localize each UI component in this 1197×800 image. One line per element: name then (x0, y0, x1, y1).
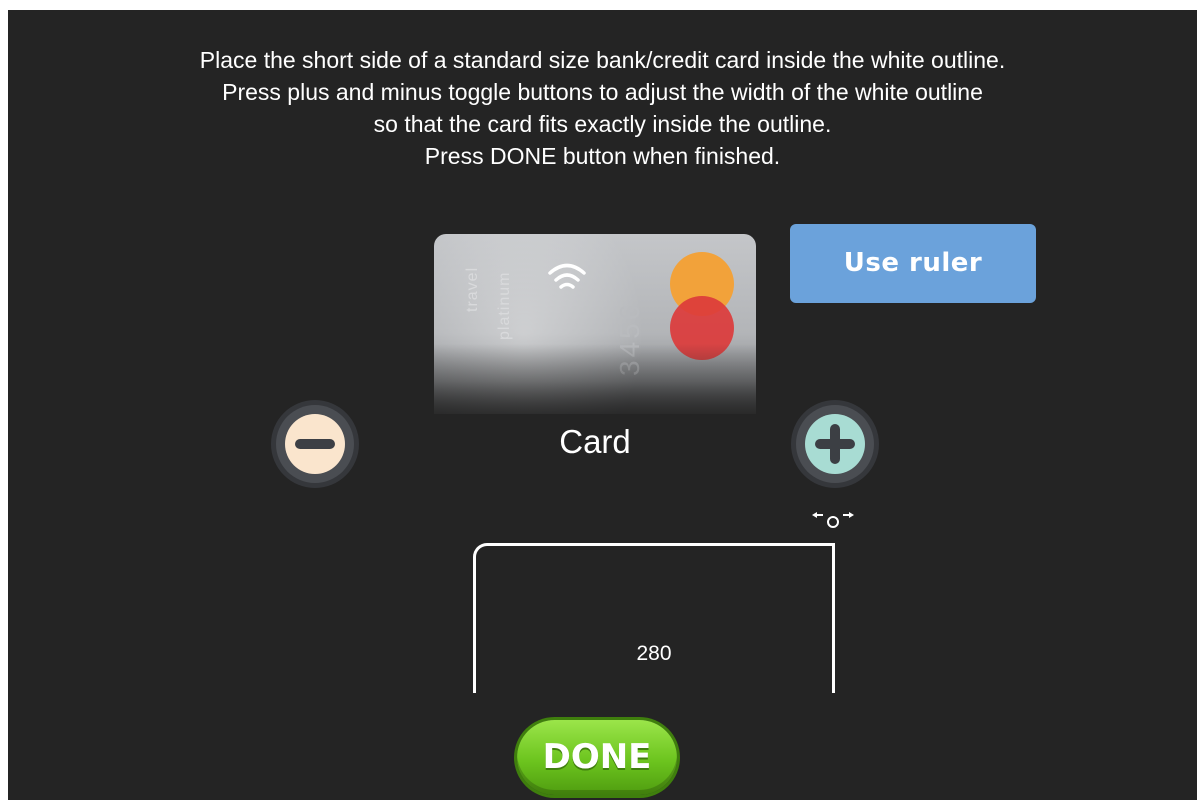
contactless-icon (548, 263, 586, 289)
instruction-line: Press DONE button when finished. (424, 143, 781, 169)
card-text-platinum: platinum (496, 271, 513, 340)
minus-button[interactable] (276, 405, 354, 483)
instruction-line: Place the short side of a standard size … (199, 47, 1006, 73)
use-ruler-button[interactable]: Use ruler (790, 224, 1036, 303)
card-text-travel: travel (464, 266, 481, 312)
instruction-line: so that the card fits exactly inside the… (373, 111, 832, 137)
instruction-line: Press plus and minus toggle buttons to a… (222, 79, 983, 105)
done-button[interactable]: DONE (517, 720, 677, 795)
credit-card-image: travel platinum 3456 (434, 234, 756, 414)
calibration-screen: Place the short side of a standard size … (8, 10, 1197, 800)
white-outline (473, 543, 835, 693)
plus-button[interactable] (796, 405, 874, 483)
card-caption: Card (559, 423, 631, 460)
minus-icon (295, 439, 335, 449)
instructions-text: Place the short side of a standard size … (8, 44, 1197, 172)
resize-handle-icon[interactable] (808, 508, 858, 534)
plus-icon (815, 424, 855, 464)
outline-width-value: 280 (636, 642, 672, 665)
